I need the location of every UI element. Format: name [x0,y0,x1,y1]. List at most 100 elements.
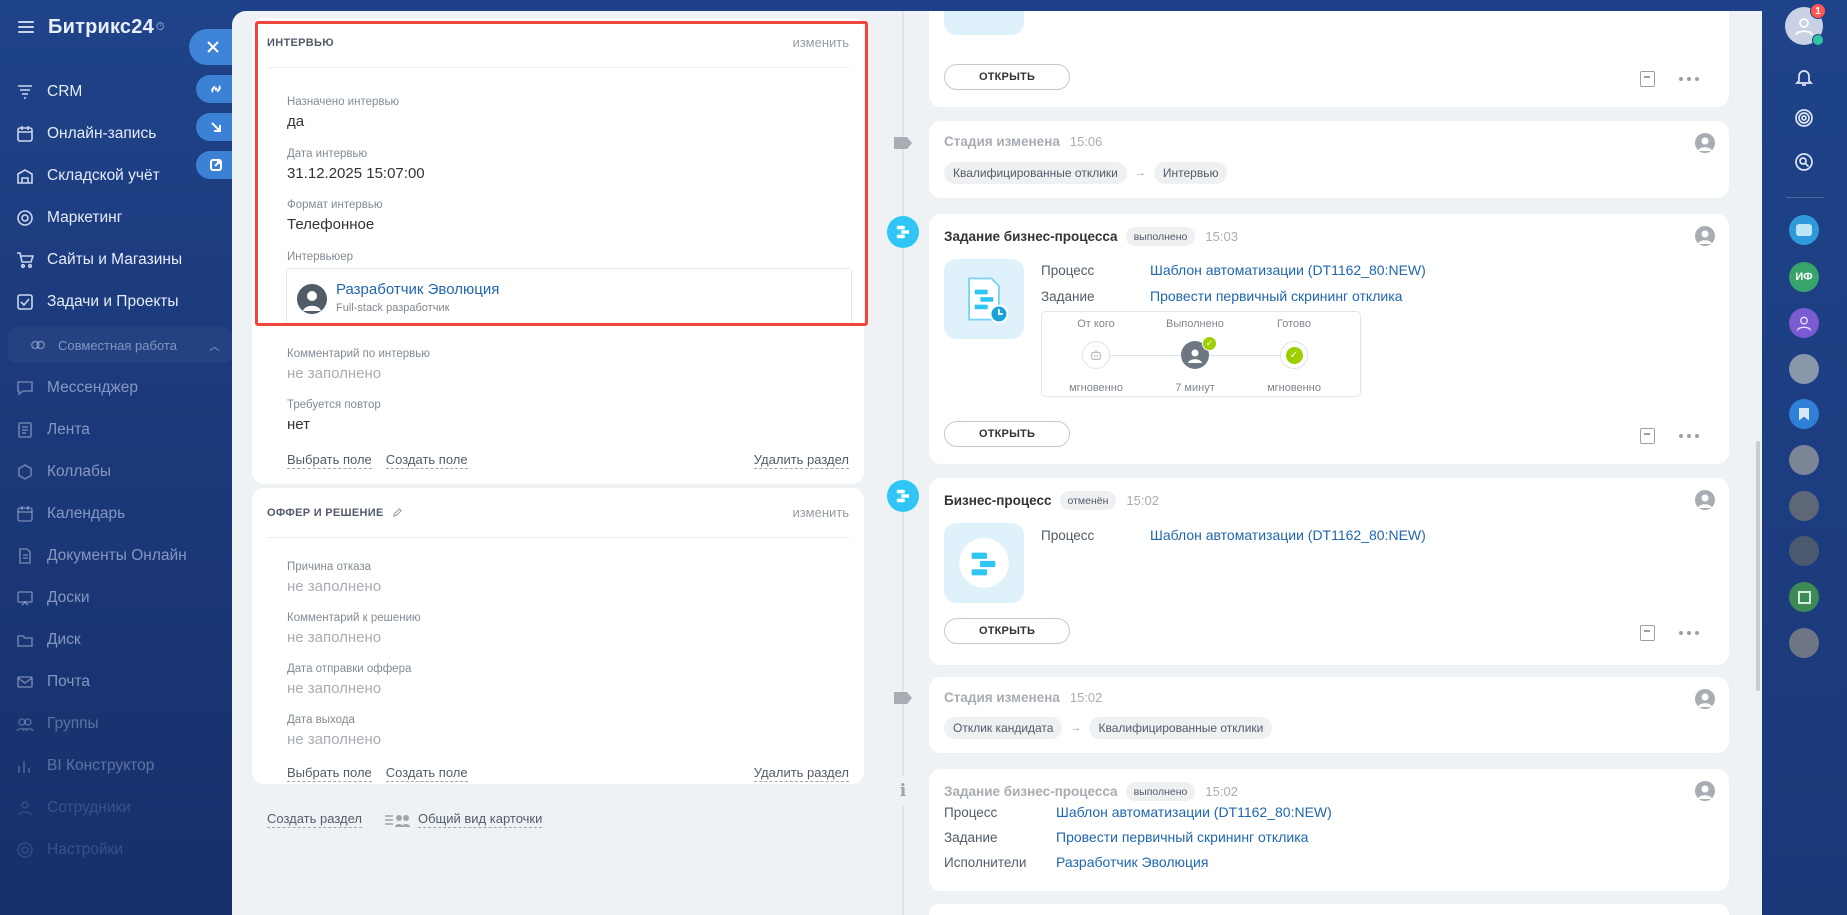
ai-assistant-button[interactable] [1785,99,1823,137]
process-link[interactable]: Шаблон автоматизации (DT1162_80:NEW) [1150,527,1426,543]
delete-section-link[interactable]: Удалить раздел [753,452,849,469]
sidebar-item-disk[interactable]: Диск [0,619,240,661]
notifications-button[interactable] [1785,58,1823,96]
sidebar-item-calendar[interactable]: Календарь [0,493,240,535]
chat-avatar-photo-4[interactable] [1789,536,1819,566]
field-label: Дата отправки оффера [287,663,412,675]
chat-avatar-general[interactable] [1789,215,1819,245]
chat-avatar-if[interactable]: ИФ [1789,262,1819,292]
create-field-link[interactable]: Создать поле [385,765,468,782]
sidebar-item-sites[interactable]: Сайты и Магазины [0,239,240,281]
task-link[interactable]: Провести первичный скрининг отклика [1056,829,1308,845]
calendar-booking-icon [16,125,34,143]
sidebar-item-mail[interactable]: Почта [0,661,240,703]
field-repeat-required[interactable]: Требуется повтор нет [287,399,381,433]
field-interview-date[interactable]: Дата интервью 31.12.2025 15:07:00 [287,148,425,182]
close-slider-button[interactable] [189,29,237,65]
field-rejection-reason[interactable]: Причина отказа не заполнено [287,561,381,595]
process-link[interactable]: Шаблон автоматизации (DT1162_80:NEW) [1056,804,1332,820]
user-profile-avatar[interactable]: 1 [1785,3,1826,46]
create-field-link[interactable]: Создать поле [385,452,468,469]
open-new-window-button[interactable] [196,151,236,179]
author-avatar[interactable] [1695,689,1715,709]
field-interview-assigned[interactable]: Назначено интервью да [287,96,399,130]
field-interview-format[interactable]: Формат интервью Телефонное [287,199,382,233]
board-icon [16,589,34,607]
timeline-dot-stage [886,126,920,160]
timeline-item-bp-task-info: Задание бизнес-процесса выполнено 15:02 Пр… [929,769,1729,891]
sidebar-item-employees[interactable]: Сотрудники [0,787,240,829]
field-start-date[interactable]: Дата выхода не заполнено [287,714,381,748]
sidebar-item-marketing[interactable]: Маркетинг [0,197,240,239]
interviewer-position: Full-stack разработчик [336,302,450,314]
workflow-circle-icon [959,538,1009,588]
chat-avatar-sheet[interactable] [1789,582,1819,612]
pencil-icon[interactable] [392,507,403,518]
open-button[interactable]: ОТКРЫТЬ [944,618,1070,644]
step-value: 7 минут [1175,382,1215,394]
more-icon[interactable] [1677,77,1701,81]
author-avatar[interactable] [1695,133,1715,153]
chat-avatar-bookmark[interactable] [1789,399,1819,429]
sidebar-item-documents[interactable]: Документы Онлайн [0,535,240,577]
sidebar-item-settings[interactable]: Настройки [0,829,240,871]
minimize-button[interactable] [196,113,236,141]
app-logo[interactable]: Битрикс24 [48,16,154,39]
field-decision-comment[interactable]: Комментарий к решению не заполнено [287,612,421,646]
step-label: Готово [1277,318,1311,330]
chat-avatar-photo-1[interactable] [1789,354,1819,384]
delete-section-link[interactable]: Удалить раздел [753,765,849,782]
chat-avatar-photo-3[interactable] [1789,491,1819,521]
link-icon [211,85,221,93]
more-icon[interactable] [1677,631,1701,635]
interviewer-name-link[interactable]: Разработчик Эволюция [336,281,499,298]
chat-avatar-photo-2[interactable] [1789,445,1819,475]
executor-link[interactable]: Разработчик Эволюция [1056,854,1208,870]
sidebar-item-groups[interactable]: Группы [0,703,240,745]
sidebar-item-boards[interactable]: Доски [0,577,240,619]
sidebar-item-bi[interactable]: BI Конструктор [0,745,240,787]
sidebar-group-collab[interactable]: Совместная работа ︿ [8,327,232,363]
section-edit-link[interactable]: изменить [792,505,849,520]
open-button[interactable]: ОТКРЫТЬ [944,421,1070,447]
sidebar-item-collabs[interactable]: Коллабы [0,451,240,493]
scrollbar[interactable] [1756,441,1760,691]
copy-link-button[interactable] [196,75,236,103]
sidebar-item-tasks[interactable]: Задачи и Проекты [0,281,240,323]
create-section-link[interactable]: Создать раздел [267,811,362,828]
field-offer-date[interactable]: Дата отправки оффера не заполнено [287,663,411,697]
chat-avatar-user[interactable] [1789,308,1819,338]
note-icon[interactable] [1640,428,1655,444]
item-time: 15:06 [1069,134,1103,149]
close-icon [207,41,219,53]
table-icon [1797,590,1811,604]
sidebar-item-messenger[interactable]: Мессенджер [0,367,240,409]
executors-label: Исполнители [944,855,1027,870]
interviewer-user-box[interactable]: Разработчик Эволюция Full-stack разработ… [286,268,852,326]
note-icon[interactable] [1640,625,1655,641]
section-edit-link[interactable]: изменить [792,35,849,50]
field-label: Комментарий к решению [287,612,421,624]
external-link-icon [210,159,222,171]
status-badge: отменён [1059,491,1117,510]
note-icon[interactable] [1640,71,1655,87]
menu-burger-icon[interactable] [18,21,34,33]
select-field-link[interactable]: Выбрать поле [287,765,372,782]
sidebar-item-feed[interactable]: Лента [0,409,240,451]
settings-icon [16,841,34,859]
card-view-link[interactable]: Общий вид карточки [417,811,543,828]
chat-search-button[interactable] [1785,143,1823,181]
open-button[interactable]: ОТКРЫТЬ [944,64,1070,90]
author-avatar[interactable] [1695,226,1715,246]
more-icon[interactable] [1677,434,1701,438]
select-field-link[interactable]: Выбрать поле [287,452,372,469]
step-label: Выполнено [1166,318,1224,330]
field-interview-comment[interactable]: Комментарий по интервью не заполнено [287,348,430,382]
cart-icon [16,251,34,269]
task-link[interactable]: Провести первичный скрининг отклика [1150,288,1402,304]
chat-avatar-photo-5[interactable] [1789,628,1819,658]
author-avatar[interactable] [1695,781,1715,801]
arrow-down-right-icon [211,122,221,132]
author-avatar[interactable] [1695,490,1715,510]
process-link[interactable]: Шаблон автоматизации (DT1162_80:NEW) [1150,262,1426,278]
